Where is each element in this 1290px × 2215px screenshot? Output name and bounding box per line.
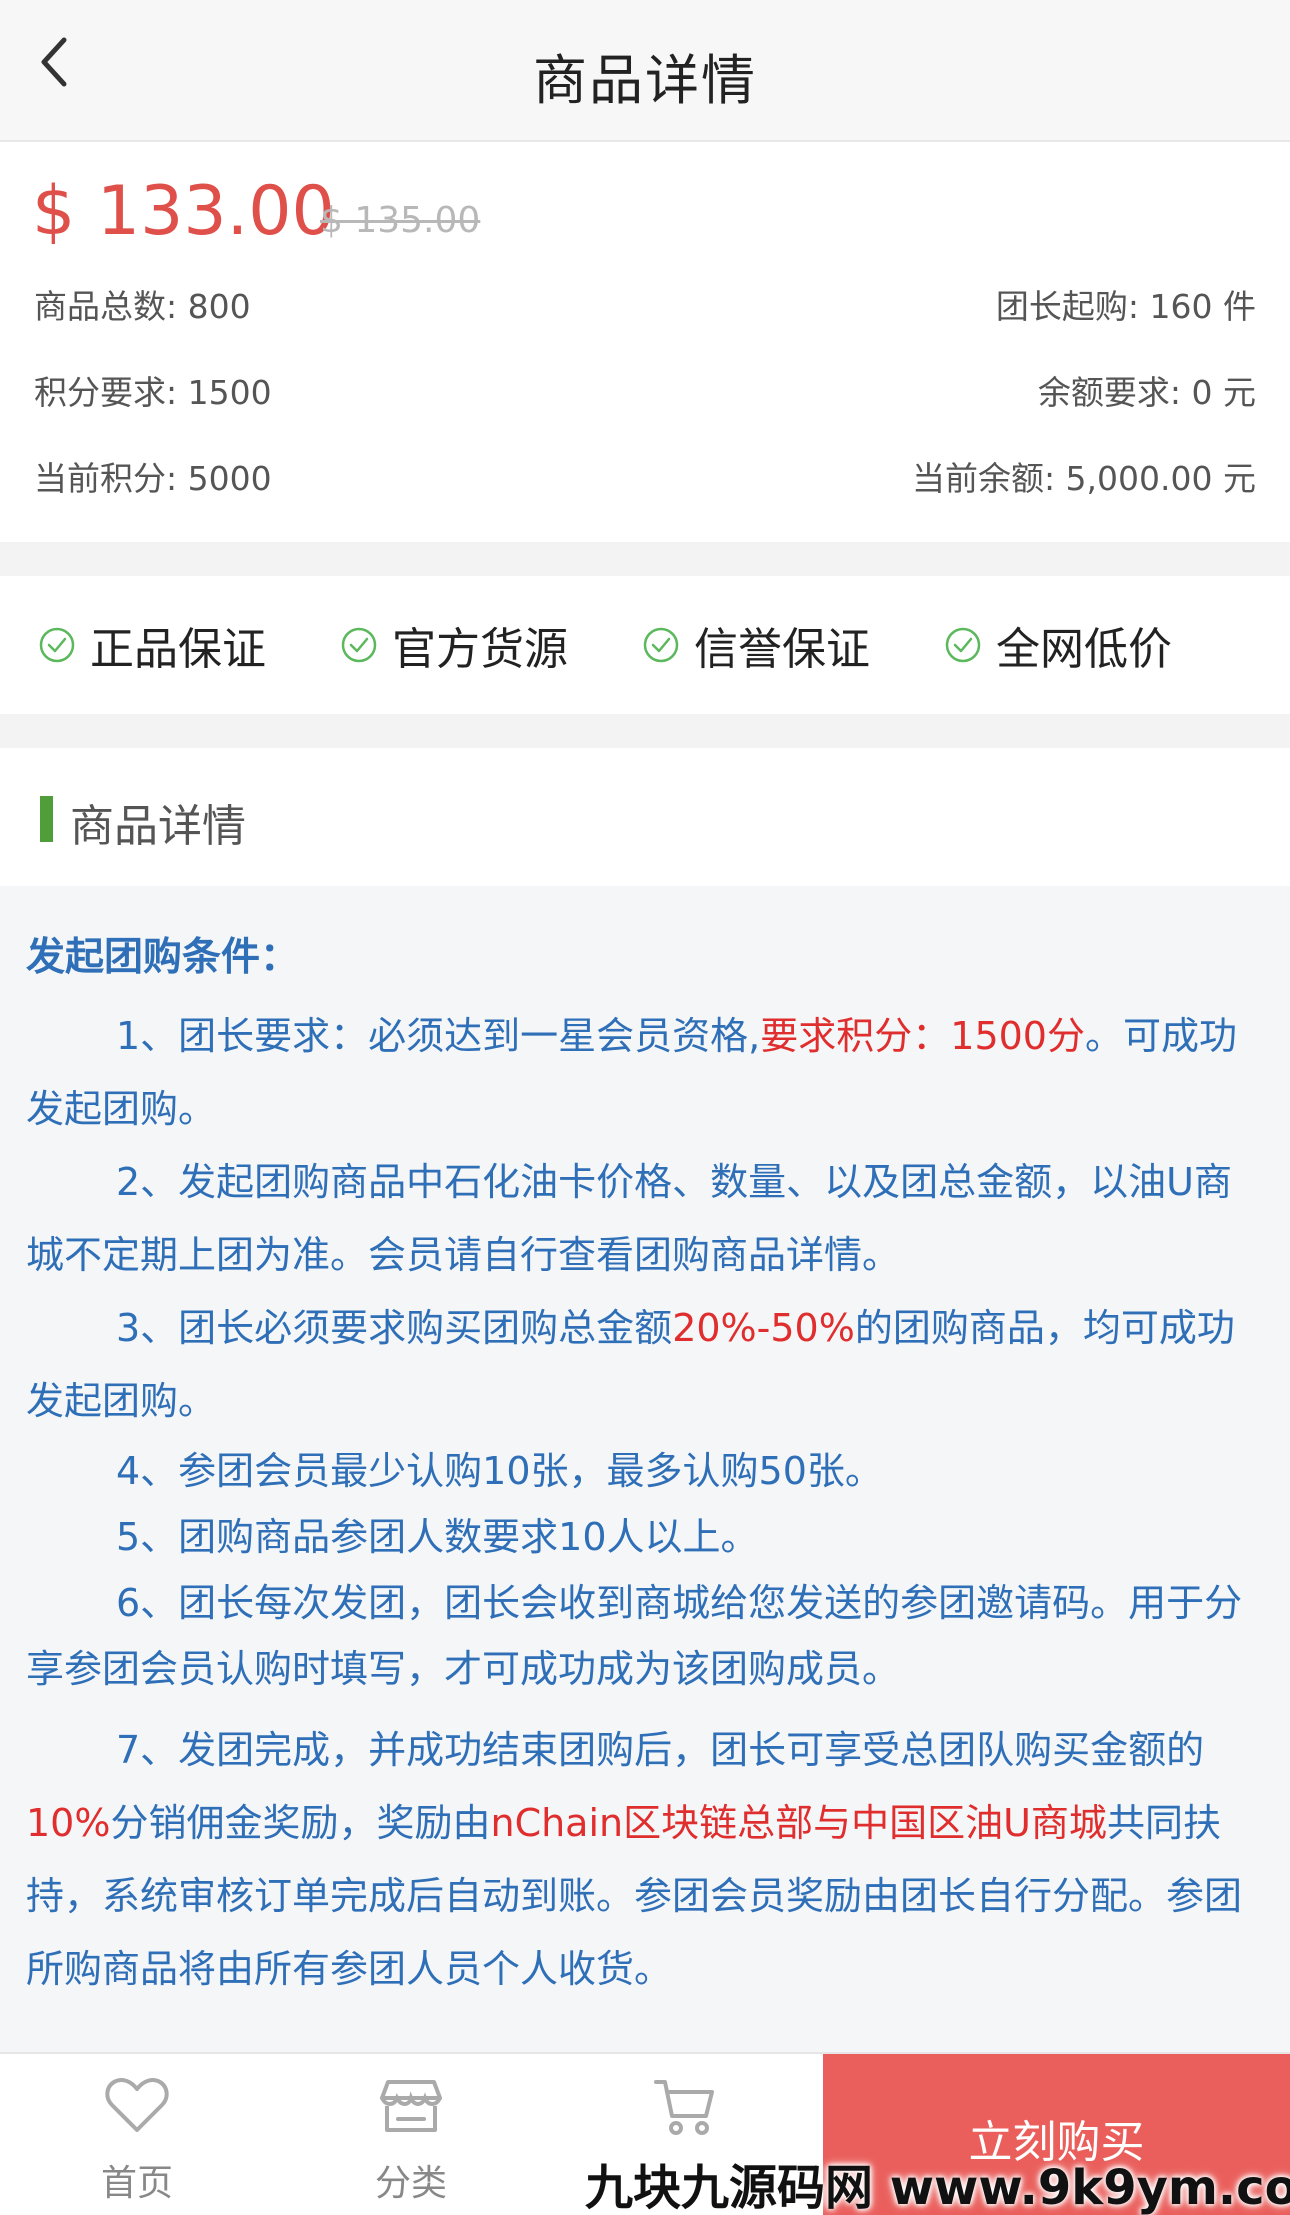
condition-item: 4、参团会员最少认购10张，最多认购50张。 — [116, 1449, 883, 1493]
guarantee-item: 全网低价 — [944, 576, 1172, 714]
leader-min-purchase: 团长起购: 160 件 — [995, 287, 1256, 326]
detail-section-title: 商品详情 — [70, 801, 246, 852]
condition-item: 7、发团完成，并成功结束团购后，团长可享受总团队购买金额的10%分销佣金奖励，奖… — [26, 1714, 1264, 2006]
condition-highlight: 要求积分：1500分 — [760, 1014, 1085, 1058]
condition-item: 2、发起团购商品中石化油卡价格、数量、以及团总金额，以油U商城不定期上团为准。会… — [26, 1160, 1232, 1277]
balance-required: 余额要求: 0 元 — [1037, 373, 1256, 412]
cart-icon — [654, 2080, 714, 2135]
detail-section-header: 商品详情 — [0, 748, 1290, 886]
guarantee-item: 信誉保证 — [642, 576, 870, 714]
current-price: $ 133.00 — [32, 172, 335, 251]
check-circle-icon — [341, 627, 377, 663]
condition-highlight: 10% — [26, 1801, 111, 1845]
detail-content: 发起团购条件： 1、团长要求：必须达到一星会员资格,要求积分：1500分。可成功… — [0, 886, 1290, 2052]
tab-label: 首页 — [100, 2163, 173, 2204]
condition-item: 1、团长要求：必须达到一星会员资格,要求积分：1500分。可成功发起团购。 — [26, 1000, 1264, 1146]
guarantee-strip: 正品保证 官方货源 信誉保证 全网低价 — [0, 576, 1290, 714]
guarantee-label: 正品保证 — [90, 624, 266, 675]
conditions-heading: 发起团购条件： — [26, 935, 300, 980]
page-title: 商品详情 — [533, 49, 757, 112]
tab-category[interactable]: 分类 — [276, 2054, 546, 2215]
heart-icon — [105, 2078, 169, 2132]
tab-label: 分类 — [374, 2163, 447, 2204]
condition-highlight: 20%-50% — [672, 1306, 855, 1350]
guarantee-item: 官方货源 — [340, 576, 568, 714]
guarantee-item: 正品保证 — [38, 576, 266, 714]
condition-text: 7、发团完成，并成功结束团购后，团长可享受总团队购买金额的 — [116, 1728, 1205, 1772]
watermark: 九块九源码网 www.9k9ym.com — [585, 2160, 1290, 2215]
price-panel: $ 133.00 $ 135.00 商品总数: 800 团长起购: 160 件 … — [0, 142, 1290, 542]
guarantee-label: 全网低价 — [996, 624, 1172, 675]
guarantee-label: 信誉保证 — [694, 624, 870, 675]
info-row-3: 当前积分: 5000 当前余额: 5,000.00 元 — [34, 452, 1256, 502]
condition-highlight: nChain区块链总部与中国区油U商城 — [490, 1801, 1107, 1845]
current-balance: 当前余额: 5,000.00 元 — [911, 459, 1256, 498]
section-accent-bar — [40, 796, 53, 842]
condition-item: 5、团购商品参团人数要求10人以上。 — [116, 1515, 759, 1559]
top-nav-bar: 商品详情 — [0, 0, 1290, 142]
store-icon — [380, 2080, 442, 2132]
condition-text: 1、团长要求：必须达到一星会员资格, — [116, 1014, 761, 1058]
info-row-2: 积分要求: 1500 余额要求: 0 元 — [34, 366, 1256, 416]
total-goods: 商品总数: 800 — [34, 287, 251, 326]
info-row-1: 商品总数: 800 团长起购: 160 件 — [34, 280, 1256, 330]
guarantee-label: 官方货源 — [392, 624, 568, 675]
condition-item: 6、团长每次发团，团长会收到商城给您发送的参团邀请码。用于分享参团会员认购时填写… — [26, 1581, 1243, 1691]
points-required: 积分要求: 1500 — [34, 373, 272, 412]
check-circle-icon — [39, 627, 75, 663]
tab-home[interactable]: 首页 — [2, 2054, 272, 2215]
original-price: $ 135.00 — [320, 200, 481, 241]
condition-text: 分销佣金奖励，奖励由 — [110, 1801, 491, 1845]
check-circle-icon — [643, 627, 679, 663]
current-points: 当前积分: 5000 — [34, 459, 272, 498]
check-circle-icon — [945, 627, 981, 663]
condition-text: 3、团长必须要求购买团购总金额 — [116, 1306, 673, 1350]
condition-item: 3、团长必须要求购买团购总金额20%-50%的团购商品，均可成功发起团购。 — [26, 1292, 1264, 1438]
